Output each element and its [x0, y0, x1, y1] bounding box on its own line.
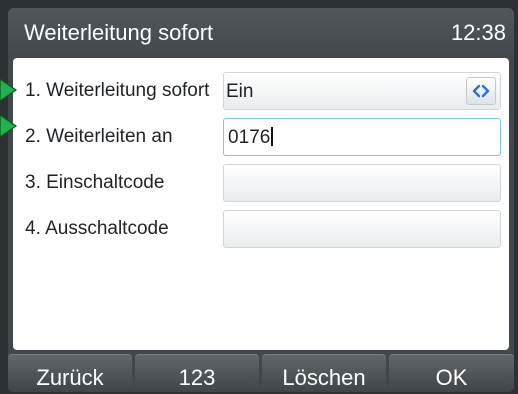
- setting-label: 1. Weiterleitung sofort: [25, 80, 210, 101]
- softkey-bar: Zurück 123 Löschen OK: [8, 354, 514, 392]
- green-arrow-icon: [0, 115, 18, 137]
- forward-mode-select[interactable]: Ein: [223, 72, 501, 110]
- forward-number-input[interactable]: 0176: [223, 118, 501, 156]
- green-arrow-icon: [0, 79, 18, 101]
- settings-panel: 1. Weiterleitung sofort Ein 2. Weiterlei…: [13, 58, 509, 350]
- softkey-ok[interactable]: OK: [389, 354, 514, 392]
- left-right-arrows-icon[interactable]: [466, 77, 496, 105]
- page-title: Weiterleitung sofort: [24, 20, 214, 45]
- setting-row-forward-immediately[interactable]: 1. Weiterleitung sofort Ein: [13, 68, 509, 114]
- softkey-delete[interactable]: Löschen: [262, 354, 386, 392]
- setting-label: 2. Weiterleiten an: [25, 126, 173, 147]
- text-caret: [271, 127, 274, 146]
- setting-row-off-code[interactable]: 4. Ausschaltcode: [13, 206, 509, 252]
- setting-row-forward-to[interactable]: 2. Weiterleiten an 0176: [13, 114, 509, 160]
- setting-label: 3. Einschaltcode: [25, 172, 165, 193]
- setting-row-on-code[interactable]: 3. Einschaltcode: [13, 160, 509, 206]
- input-value: 0176: [228, 127, 271, 148]
- setting-label: 4. Ausschaltcode: [25, 218, 169, 239]
- phone-screen: Weiterleitung sofort 12:38 1. Weiterleit…: [8, 8, 514, 392]
- off-code-input[interactable]: [223, 210, 501, 248]
- title-bar: Weiterleitung sofort 12:38: [8, 8, 514, 58]
- select-value: Ein: [226, 81, 254, 102]
- on-code-input[interactable]: [223, 164, 501, 202]
- softkey-back[interactable]: Zurück: [8, 354, 132, 392]
- clock: 12:38: [450, 20, 506, 45]
- phone-device: Weiterleitung sofort 12:38 1. Weiterleit…: [0, 0, 518, 394]
- softkey-input-mode[interactable]: 123: [135, 354, 259, 392]
